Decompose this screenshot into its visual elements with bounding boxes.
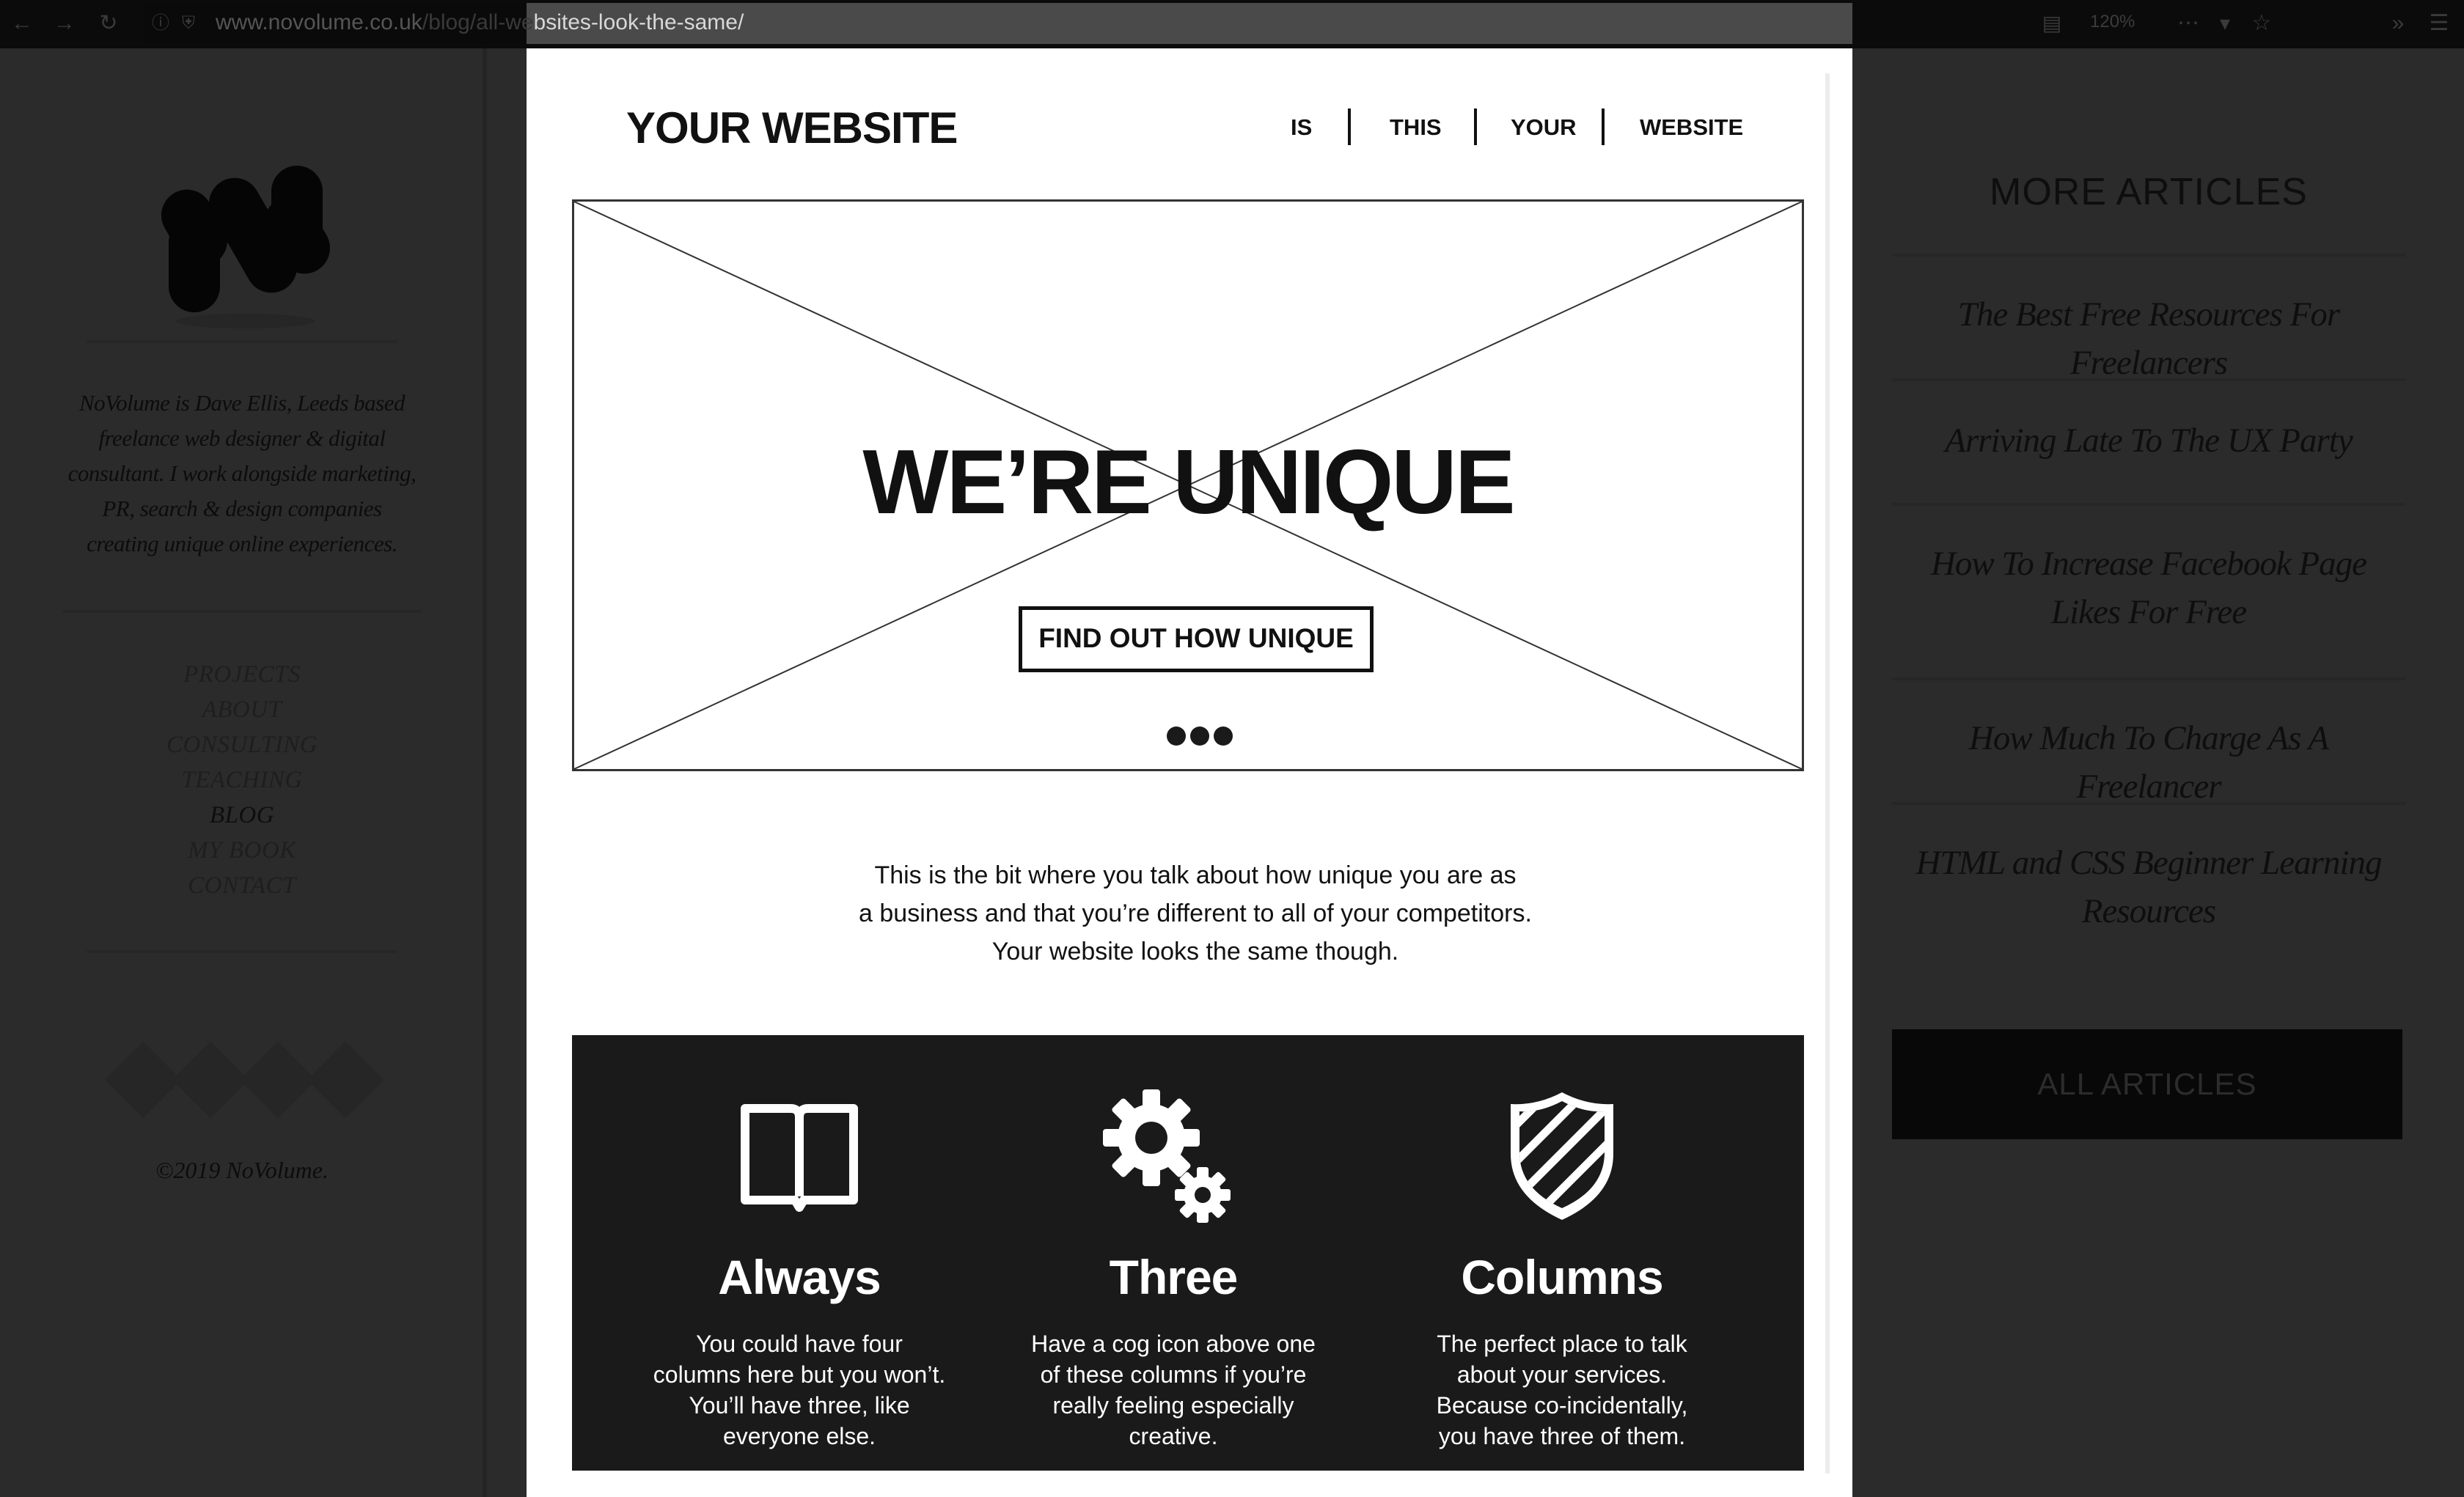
article-link[interactable]: The Best Free Resources For Freelancers [1899, 290, 2398, 387]
divider [1892, 503, 2405, 506]
sidebar: NoVolume is Dave Ellis, Leeds based free… [0, 48, 487, 1497]
divider [1892, 677, 2405, 680]
more-articles-title: MORE ARTICLES [1990, 171, 2308, 213]
feature-title: Three [1109, 1250, 1239, 1304]
novolume-logo[interactable] [154, 129, 337, 334]
nav-separator [1474, 108, 1477, 145]
url-domain: www.novolume.co.uk [216, 10, 422, 34]
wireframe-features: Always You could have four columns here … [572, 1035, 1804, 1471]
article-link[interactable]: How To Increase Facebook Page Likes For … [1899, 540, 2398, 636]
feature-title: Always [718, 1250, 881, 1304]
feature-text: Have a cog icon above one of these colum… [1031, 1331, 1316, 1449]
cogs-icon [1103, 1089, 1231, 1223]
site-bio: NoVolume is Dave Ellis, Leeds based free… [67, 390, 417, 556]
wireframe-hero: WE’RE UNIQUE FIND OUT HOW UNIQUE [572, 199, 1804, 771]
intro-line: a business and that you’re different to … [859, 900, 1532, 927]
pocket-icon[interactable]: ▾ [2210, 10, 2240, 37]
shield-icon[interactable]: ⛨ [177, 10, 199, 37]
copyright: ©2019 NoVolume. [155, 1157, 329, 1183]
hero-title: WE’RE UNIQUE [862, 432, 1515, 533]
divider [63, 610, 421, 613]
article-link[interactable]: HTML and CSS Beginner Learning Resources [1899, 839, 2398, 935]
url-path-visible: bsites-look-the-same/ [533, 10, 744, 34]
nav-my-book[interactable]: MY BOOK [103, 833, 381, 868]
article-link[interactable]: Arriving Late To The UX Party [1899, 416, 2398, 465]
divider [1892, 378, 2405, 381]
forward-icon[interactable]: → [51, 10, 78, 37]
url-path: /blog/all-we [422, 10, 534, 34]
nav-teaching[interactable]: TEACHING [103, 762, 381, 798]
feature-column: Always You could have four columns here … [609, 1035, 990, 1471]
intro-line: Your website looks the same though. [991, 938, 1399, 965]
more-icon[interactable]: ⋯ [2174, 10, 2203, 37]
book-icon [741, 1104, 858, 1212]
nav-separator [1602, 108, 1605, 145]
nav-separator [1348, 108, 1351, 145]
feature-title: Columns [1461, 1250, 1663, 1304]
article-link[interactable]: How Much To Charge As A Freelancer [1899, 714, 2398, 811]
wireframe-intro: This is the bit where you talk about how… [792, 856, 1599, 971]
dribbble-icon[interactable] [172, 1041, 249, 1119]
star-icon[interactable]: ☆ [2247, 10, 2276, 37]
slider-dot [1190, 727, 1209, 746]
divider [1892, 802, 2405, 805]
slider-dot [1214, 727, 1233, 746]
feature-column: Three Have a cog icon above one of these… [983, 1035, 1364, 1471]
zoom-level[interactable]: 120% [2090, 12, 2135, 32]
image-edge [1825, 73, 1830, 1474]
divider [87, 950, 397, 953]
feature-text: You could have four columns here but you… [653, 1331, 946, 1449]
wireframe-nav-this: THIS [1390, 114, 1442, 140]
nav-blog[interactable]: BLOG [103, 798, 381, 833]
feature-column: Columns The perfect place to talk about … [1371, 1035, 1753, 1471]
nav-projects[interactable]: PROJECTS [103, 657, 381, 692]
wireframe-nav-website: WEBSITE [1640, 114, 1744, 140]
wireframe-nav-your: YOUR [1511, 114, 1577, 140]
nav-consulting[interactable]: CONSULTING [103, 727, 381, 762]
intro-line: This is the bit where you talk about how… [874, 861, 1517, 889]
wireframe-nav: IS THIS YOUR WEBSITE [1276, 108, 1745, 145]
reader-icon[interactable]: ▤ [2039, 10, 2065, 37]
divider [87, 340, 397, 343]
rss-icon[interactable] [307, 1041, 384, 1119]
extensions-overflow-icon[interactable]: » [2383, 10, 2413, 37]
menu-icon[interactable]: ☰ [2424, 10, 2454, 37]
reload-icon[interactable]: ↻ [95, 10, 122, 37]
shield-icon [1511, 1092, 1613, 1220]
url-text[interactable]: www.novolume.co.uk/blog/all-websites-loo… [216, 10, 744, 35]
all-articles-button[interactable]: ALL ARTICLES [1892, 1029, 2402, 1139]
divider [1892, 254, 2405, 257]
back-icon[interactable]: ← [9, 10, 35, 37]
slider-dot [1167, 727, 1186, 746]
social-links [104, 1041, 384, 1119]
wireframe-site-title: YOUR WEBSITE [626, 103, 958, 152]
sidebar-nav: PROJECTS ABOUT CONSULTING TEACHING BLOG … [103, 657, 381, 903]
linkedin-icon[interactable] [239, 1041, 317, 1119]
more-articles-panel: MORE ARTICLES The Best Free Resources Fo… [1892, 48, 2405, 1497]
browser-toolbar: ← → ↻ ⓘ ⛨ www.novolume.co.uk/blog/all-we… [0, 0, 2464, 48]
twitter-icon[interactable] [104, 1041, 182, 1119]
nav-contact[interactable]: CONTACT [103, 868, 381, 903]
hero-cta-button: FIND OUT HOW UNIQUE [1019, 606, 1374, 672]
info-icon[interactable]: ⓘ [150, 10, 172, 37]
nav-about[interactable]: ABOUT [103, 692, 381, 727]
feature-text: The perfect place to talk about your ser… [1436, 1331, 1688, 1449]
wireframe-nav-is: IS [1291, 114, 1313, 140]
